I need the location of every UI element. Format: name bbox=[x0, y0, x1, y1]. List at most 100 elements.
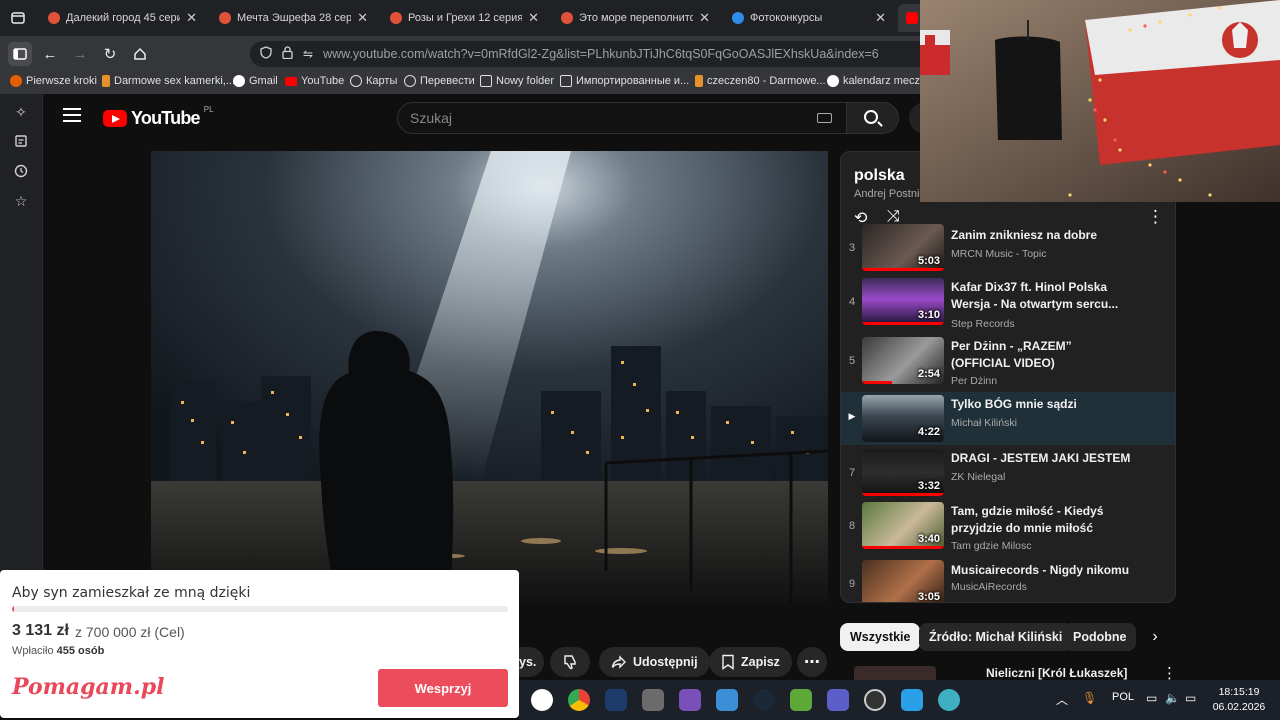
teams-icon[interactable] bbox=[827, 689, 849, 711]
site-settings-icon[interactable]: ⇋ bbox=[303, 47, 313, 61]
microphone-icon[interactable]: 🎙 bbox=[1082, 691, 1097, 705]
video-title[interactable]: DRAGI - JESTEM JAKI JESTEM bbox=[951, 450, 1131, 467]
chrome-icon[interactable] bbox=[568, 689, 590, 711]
dislike-button[interactable] bbox=[550, 647, 590, 677]
video-title[interactable]: Nieliczni [Król Łukaszek] bbox=[986, 666, 1127, 680]
battery-icon[interactable]: ▭ bbox=[1185, 691, 1196, 705]
video-thumbnail[interactable]: 4:22 bbox=[862, 395, 944, 442]
video-player[interactable] bbox=[151, 151, 828, 603]
forward-icon[interactable]: → bbox=[68, 42, 92, 66]
close-tab-icon[interactable]: ✕ bbox=[699, 10, 710, 26]
more-actions-button[interactable]: ⋯ bbox=[797, 647, 827, 677]
game-app-icon[interactable] bbox=[679, 689, 701, 711]
network-icon[interactable]: ▭ bbox=[1146, 691, 1157, 705]
channel-name[interactable]: ZK Nielegal bbox=[951, 471, 1005, 483]
app-icon[interactable] bbox=[901, 689, 923, 711]
sidebar-toggle-icon[interactable] bbox=[8, 42, 32, 66]
channel-name[interactable]: Michał Kiliński bbox=[951, 417, 1017, 429]
bookmark-item[interactable]: Импортированные и... bbox=[560, 75, 689, 87]
chevron-up-icon[interactable]: ︿ bbox=[1056, 691, 1068, 708]
browser-tab-active[interactable] bbox=[898, 4, 920, 32]
search-input[interactable]: Szukaj bbox=[397, 102, 847, 134]
back-icon[interactable]: ← bbox=[38, 42, 62, 66]
pomagam-logo[interactable]: Pomagam.pl bbox=[12, 674, 164, 700]
channel-name[interactable]: Per Dżinn bbox=[951, 375, 997, 387]
ai-sparkle-icon[interactable]: ✧ bbox=[11, 104, 31, 124]
reading-list-icon[interactable] bbox=[11, 134, 31, 154]
video-title[interactable]: Kafar Dix37 ft. Hinol Polska Wersja - Na… bbox=[951, 279, 1131, 313]
video-thumbnail[interactable]: 3:05 bbox=[862, 560, 944, 602]
chip-all[interactable]: Wszystkie bbox=[840, 623, 921, 651]
share-button[interactable]: Udostępnij bbox=[599, 647, 710, 677]
playlist-item[interactable]: 7 3:32 DRAGI - JESTEM JAKI JESTEM ZK Nie… bbox=[841, 449, 1175, 505]
bookmark-star-icon[interactable]: ☆ bbox=[11, 193, 31, 213]
youtube-logo[interactable]: YouTube PL bbox=[103, 105, 214, 129]
star-app-icon[interactable] bbox=[605, 689, 627, 711]
bookmark-item[interactable]: YouTube bbox=[285, 75, 344, 87]
bookmark-item[interactable]: Darmowe sex kamerki,... bbox=[102, 75, 235, 87]
video-thumbnail[interactable]: 3:40 bbox=[862, 502, 944, 549]
bookmark-item[interactable]: Карты bbox=[350, 75, 397, 87]
browser-tab[interactable]: Это море переполнится 13 ✕ bbox=[553, 4, 718, 32]
video-thumbnail[interactable]: 2:54 bbox=[862, 337, 944, 384]
recommended-video[interactable]: Nieliczni [Król Łukaszek] ⋮ bbox=[840, 664, 1177, 682]
playlist-item[interactable]: 8 3:40 Tam, gdzie miłość - Kiedyś przyjd… bbox=[841, 502, 1175, 558]
video-title[interactable]: Per Dżinn - „RAZEM” (OFFICIAL VIDEO) bbox=[951, 338, 1131, 372]
channel-name[interactable]: MRCN Music - Topic bbox=[951, 248, 1046, 260]
playlist-item-active[interactable]: ▶ 4:22 Tylko BÓG mnie sądzi Michał Kiliń… bbox=[841, 392, 1175, 445]
shield-icon[interactable] bbox=[260, 46, 272, 62]
tabs-menu-icon[interactable] bbox=[6, 6, 30, 30]
bookmark-item[interactable]: czeczen80 - Darmowe... bbox=[695, 75, 826, 87]
language-indicator[interactable]: POL bbox=[1112, 691, 1134, 703]
lock-icon[interactable] bbox=[282, 46, 293, 62]
close-tab-icon[interactable]: ✕ bbox=[357, 10, 368, 26]
video-title[interactable]: Zanim znikniesz na dobre bbox=[951, 227, 1131, 244]
video-thumbnail[interactable] bbox=[854, 666, 936, 680]
playlist-item[interactable]: 9 3:05 Musicairecords - Nigdy nikomu Mus… bbox=[841, 560, 1175, 602]
browser-tab[interactable]: Далекий город 45 серия на ✕ bbox=[40, 4, 205, 32]
playlist-item[interactable]: 5 2:54 Per Dżinn - „RAZEM” (OFFICIAL VID… bbox=[841, 337, 1175, 393]
bookmark-item[interactable]: Pierwsze kroki bbox=[10, 75, 97, 87]
clock[interactable]: 18:15:19 06.02.2026 bbox=[1209, 685, 1269, 715]
steam-icon[interactable] bbox=[753, 689, 775, 711]
close-tab-icon[interactable]: ✕ bbox=[528, 10, 539, 26]
channel-name[interactable]: Tam gdzie Milosc bbox=[951, 540, 1032, 552]
package-icon[interactable] bbox=[642, 689, 664, 711]
close-tab-icon[interactable]: ✕ bbox=[875, 10, 886, 26]
reload-icon[interactable]: ↻ bbox=[98, 42, 122, 66]
menu-icon[interactable] bbox=[63, 108, 81, 122]
save-button[interactable]: Zapisz bbox=[709, 647, 792, 677]
playlist-owner[interactable]: Andrej Postnic bbox=[854, 188, 925, 200]
video-thumbnail[interactable]: 3:10 bbox=[862, 278, 944, 325]
bookmark-item[interactable]: Gmail bbox=[233, 75, 278, 87]
browser-tab[interactable]: Мечта Эшрефа 28 серия на ✕ bbox=[211, 4, 376, 32]
channel-name[interactable]: MusicAiRecords bbox=[951, 581, 1027, 593]
history-icon[interactable] bbox=[11, 164, 31, 184]
support-button[interactable]: Wesprzyj bbox=[378, 669, 508, 707]
chip-source[interactable]: Źródło: Michał Kiliński bbox=[919, 623, 1073, 651]
playlist-item[interactable]: 3 5:03 Zanim znikniesz na dobre MRCN Mus… bbox=[841, 224, 1175, 274]
browser-tab[interactable]: Розы и Грехи 12 серия на р ✕ bbox=[382, 4, 547, 32]
app-icon-circle[interactable] bbox=[531, 689, 553, 711]
bookmark-item[interactable]: Перевести bbox=[404, 75, 475, 87]
address-bar[interactable]: ⇋ www.youtube.com/watch?v=0mRfdGl2-Zg&li… bbox=[250, 41, 950, 67]
search-button[interactable] bbox=[847, 102, 899, 134]
bookmark-item[interactable]: kalendarz meczów bbox=[827, 75, 934, 87]
globe-app-icon[interactable] bbox=[938, 689, 960, 711]
playlist-item[interactable]: 4 3:10 Kafar Dix37 ft. Hinol Polska Wers… bbox=[841, 278, 1175, 334]
playlist-title[interactable]: polska bbox=[854, 167, 905, 185]
volume-icon[interactable]: 🔈 bbox=[1165, 691, 1180, 705]
close-tab-icon[interactable]: ✕ bbox=[186, 10, 197, 26]
bookmark-item[interactable]: Nowy folder bbox=[480, 75, 554, 87]
chevron-right-icon[interactable]: › bbox=[1143, 623, 1167, 651]
video-thumbnail[interactable]: 3:32 bbox=[862, 449, 944, 496]
home-icon[interactable] bbox=[128, 42, 152, 66]
video-title[interactable]: Tam, gdzie miłość - Kiedyś przyjdzie do … bbox=[951, 503, 1131, 537]
minecraft-icon[interactable] bbox=[790, 689, 812, 711]
video-title[interactable]: Musicairecords - Nigdy nikomu bbox=[951, 562, 1131, 579]
chip-related[interactable]: Podobne bbox=[1063, 623, 1137, 651]
video-thumbnail[interactable]: 5:03 bbox=[862, 224, 944, 271]
keyboard-icon[interactable] bbox=[817, 113, 832, 123]
channel-name[interactable]: Step Records bbox=[951, 318, 1015, 330]
photos-icon[interactable] bbox=[716, 689, 738, 711]
